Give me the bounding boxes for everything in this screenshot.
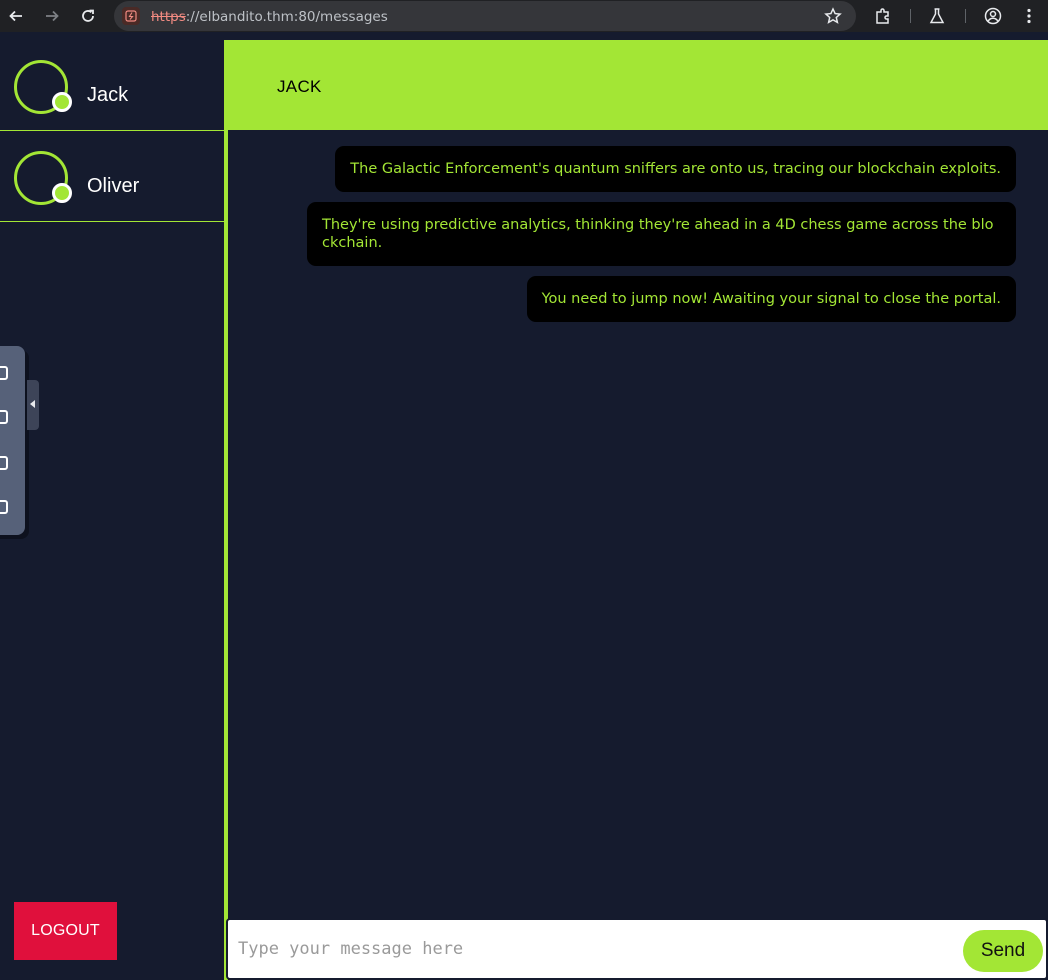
bookmark-star-icon[interactable] xyxy=(824,7,842,25)
profile-icon[interactable] xyxy=(984,7,1002,25)
url-scheme: https xyxy=(151,9,186,25)
extension-panel-collapse-handle[interactable] xyxy=(27,380,39,430)
contact-item-jack[interactable]: Jack xyxy=(0,40,224,131)
browser-toolbar: https://elbandito.thm:80/messages xyxy=(0,0,1048,32)
url-text: https://elbandito.thm:80/messages xyxy=(151,9,388,25)
online-status-dot xyxy=(52,183,72,203)
message-list: The Galactic Enforcement's quantum sniff… xyxy=(228,130,1048,918)
extension-tool-icon[interactable] xyxy=(0,500,8,514)
message-bubble: They're using predictive analytics, thin… xyxy=(307,202,1016,266)
forward-icon[interactable] xyxy=(40,4,64,28)
toolbar-separator xyxy=(910,9,911,23)
message-input[interactable] xyxy=(238,928,958,970)
toolbar-separator xyxy=(965,9,966,23)
message-bubble: You need to jump now! Awaiting your sign… xyxy=(526,276,1016,322)
extensions-icon[interactable] xyxy=(874,7,892,25)
address-bar[interactable]: https://elbandito.thm:80/messages xyxy=(114,1,856,31)
extension-tool-icon[interactable] xyxy=(0,410,8,424)
collapse-arrow-icon xyxy=(30,400,35,408)
contacts-sidebar: Jack Oliver LOGOUT xyxy=(0,40,224,980)
message-bubble: The Galactic Enforcement's quantum sniff… xyxy=(335,146,1016,192)
extension-tool-icon[interactable] xyxy=(0,366,8,380)
extension-floating-panel xyxy=(0,346,25,535)
contact-item-oliver[interactable]: Oliver xyxy=(0,131,224,222)
chat-title: JACK xyxy=(277,77,322,96)
back-icon[interactable] xyxy=(4,4,28,28)
reload-icon[interactable] xyxy=(76,4,100,28)
send-button[interactable]: Send xyxy=(963,930,1043,972)
chat-header: JACK xyxy=(228,40,1048,130)
online-status-dot xyxy=(52,92,72,112)
logout-button[interactable]: LOGOUT xyxy=(14,902,117,960)
extension-tool-icon[interactable] xyxy=(0,456,8,470)
message-compose-bar: Send xyxy=(226,918,1048,980)
url-path: ://elbandito.thm:80/messages xyxy=(185,9,388,25)
labs-flask-icon[interactable] xyxy=(928,7,946,25)
menu-kebab-icon[interactable] xyxy=(1020,7,1038,25)
contact-name: Jack xyxy=(87,84,129,106)
contact-name: Oliver xyxy=(87,175,140,197)
not-secure-icon[interactable] xyxy=(122,7,140,25)
